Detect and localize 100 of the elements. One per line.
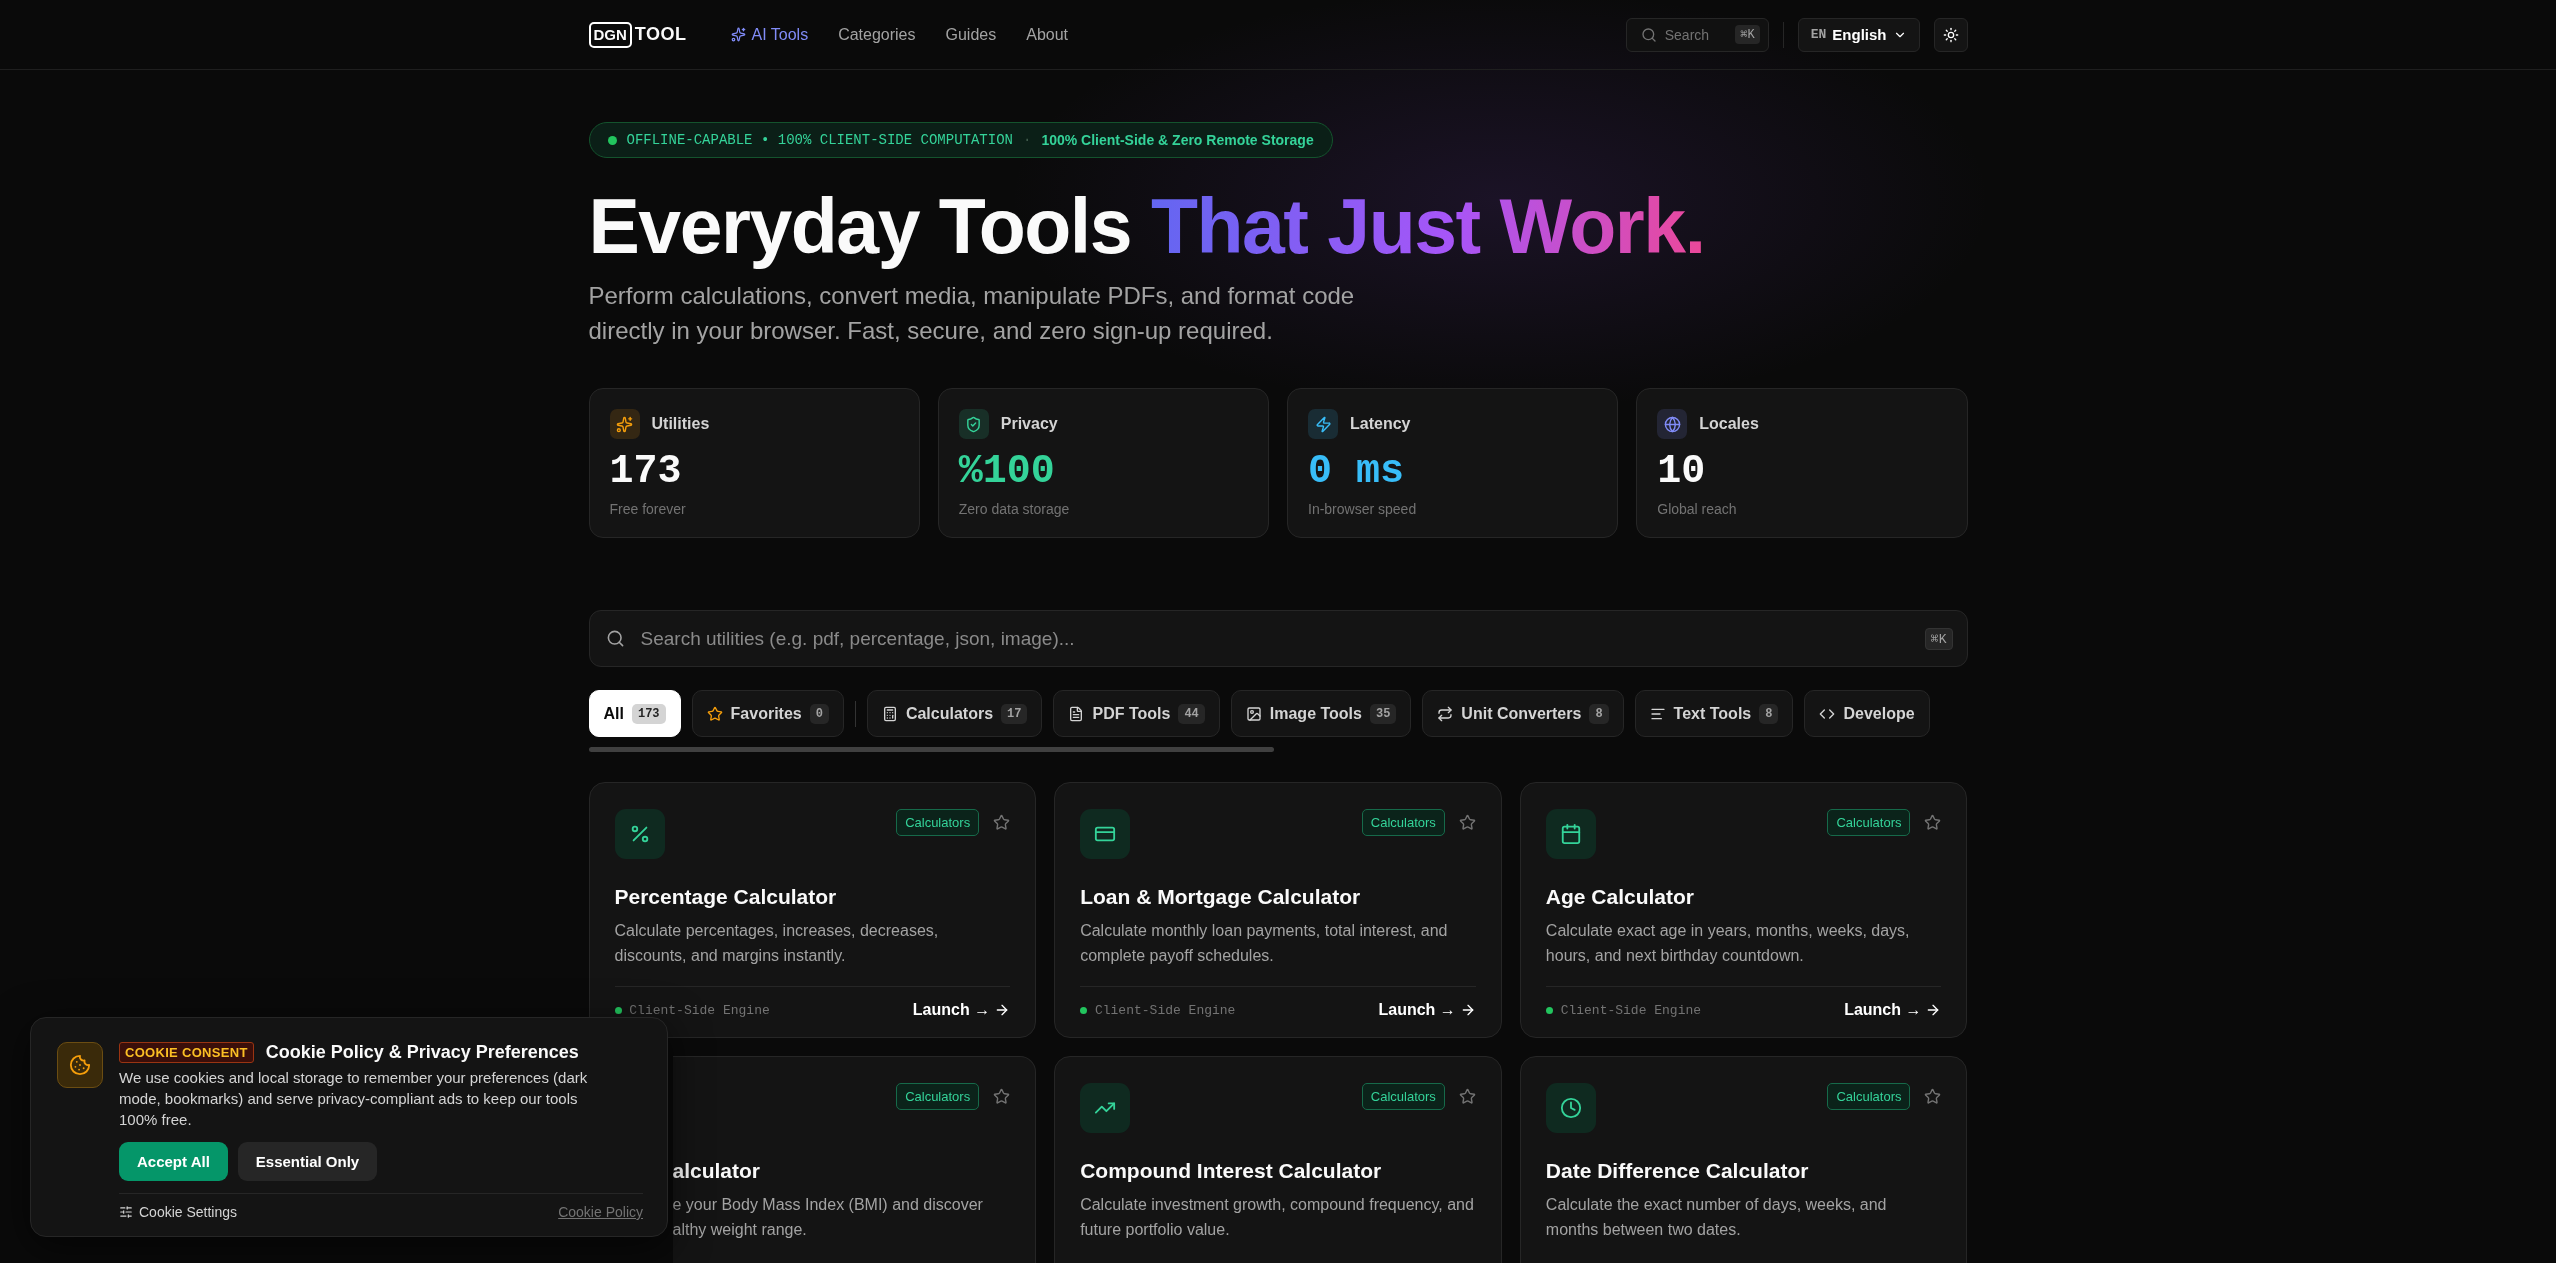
count-badge: 44	[1178, 703, 1205, 724]
credit-card-icon	[1080, 809, 1131, 859]
category-tag: Calculators	[1361, 809, 1445, 836]
engine-label: Client-Side Engine	[1093, 1002, 1236, 1018]
stat-caption: Zero data storage	[958, 501, 1071, 517]
count-badge: 35	[1369, 703, 1397, 724]
hero-subtitle: Perform calculations, convert media, manipulate PDFs, and format code directly in your browser. Fast, secure, and zero sign-up required.	[588, 281, 1356, 346]
image-icon	[1245, 705, 1262, 722]
tool-title: Date Difference Calculator	[1545, 1159, 1809, 1183]
cookie-settings-link[interactable]: Cookie Settings	[119, 1204, 238, 1220]
tool-description: Calculate percentages, increases, decreases, discounts, and margins instantly.	[614, 921, 940, 966]
sparkles-icon	[730, 27, 746, 42]
count-badge: 8	[1589, 703, 1609, 724]
count-badge: 17	[1001, 703, 1028, 724]
tool-title: alculator	[672, 1159, 761, 1183]
category-tab[interactable]: Calculators 17	[866, 690, 1043, 737]
tool-description: Calculate monthly loan payments, total interest, and complete payoff schedules.	[1080, 921, 1449, 966]
category-tab[interactable]: Favorites 0	[691, 690, 844, 737]
tool-description: Calculate exact age in years, months, weeks, days, hours, and next birthday countdown.	[1545, 921, 1911, 966]
cookie-text: We use cookies and local storage to remember your preferences (dark mode, bookmarks) and serve privacy-compliant ads to keep our tools 100% free.	[119, 1068, 589, 1130]
count-badge: 173	[631, 703, 666, 724]
tool-card[interactable]: Calculators Compound Interest Calculator Calculate investment growth, compound frequency, and future portfolio value.	[1054, 1056, 1502, 1263]
star-icon	[706, 705, 723, 722]
cookie-policy-link[interactable]: Cookie Policy	[558, 1204, 643, 1220]
essential-button[interactable]: Essential Only	[237, 1142, 378, 1181]
category-tag: Calculators	[896, 1083, 980, 1110]
tool-description: Calculate investment growth, compound frequency, and future portfolio value.	[1080, 1195, 1475, 1240]
category-tab[interactable]: Text Tools 8	[1634, 690, 1794, 737]
status-dot-icon	[607, 135, 617, 145]
language-button[interactable]: EN English	[1797, 17, 1920, 52]
launch-link[interactable]: Launch →	[1378, 1001, 1476, 1019]
tool-card[interactable]: Calculators Loan & Mortgage Calculator Calculate monthly loan payments, total interest, and complete payoff schedules. Client-Side Engine Launch →	[1054, 782, 1502, 1038]
search-icon	[1640, 26, 1657, 43]
nav-link[interactable]: AI Tools	[730, 25, 809, 44]
badge-text: OFFLINE-CAPABLE • 100% CLIENT-SIDE COMPUTATION	[626, 132, 1013, 148]
stat-value: %100	[958, 449, 1056, 495]
shortcut-key: ⌘K	[1924, 627, 1953, 650]
theme-toggle-button[interactable]	[1933, 17, 1968, 52]
search-input[interactable]: Search utilities (e.g. pdf, percentage, json, image)...	[638, 626, 1911, 651]
sun-icon	[1942, 26, 1959, 43]
category-tag: Calculators	[1827, 1083, 1911, 1110]
stat-caption: Global reach	[1657, 501, 1738, 517]
category-tag: Calculators	[1827, 809, 1911, 836]
logo-mark[interactable]: DGN	[588, 21, 632, 48]
category-tab[interactable]: Unit Converters 8	[1422, 690, 1624, 737]
trend-up-icon	[1080, 1083, 1131, 1133]
tool-title: Loan & Mortgage Calculator	[1080, 885, 1361, 909]
nav-link[interactable]: Categories	[838, 25, 916, 44]
star-icon[interactable]	[1924, 814, 1942, 831]
category-tab[interactable]: Develope	[1804, 690, 1930, 737]
star-icon[interactable]	[993, 1088, 1011, 1105]
document-icon	[1068, 705, 1085, 722]
category-tag: Calculators	[1361, 1083, 1445, 1110]
category-tag: Calculators	[896, 809, 980, 836]
category-tab[interactable]: All 173	[588, 690, 681, 737]
count-badge: 8	[1759, 703, 1779, 724]
calculator-icon	[881, 705, 898, 722]
stat-caption: In-browser speed	[1308, 501, 1418, 517]
star-icon[interactable]	[993, 814, 1011, 831]
star-icon[interactable]	[1458, 814, 1476, 831]
calendar-icon	[1545, 809, 1596, 859]
stat-value: 173	[609, 449, 683, 495]
status-dot-icon	[614, 1006, 622, 1014]
consent-badge: COOKIE CONSENT	[119, 1042, 254, 1063]
category-tab[interactable]: PDF Tools 44	[1053, 690, 1220, 737]
tool-title: Percentage Calculator	[614, 885, 837, 909]
tool-card[interactable]: Calculators Date Difference Calculator Calculate the exact number of days, weeks, and months between two dates.	[1519, 1056, 1968, 1263]
star-icon[interactable]	[1924, 1088, 1942, 1105]
star-icon[interactable]	[1458, 1088, 1476, 1105]
search-field[interactable]: Search utilities (e.g. pdf, percentage, json, image)... ⌘K	[588, 610, 1968, 667]
separator-text: ·	[1022, 132, 1032, 148]
tool-card[interactable]: Calculators Age Calculator Calculate exact age in years, months, weeks, days, hours, and next birthday countdown. Client-Side Engine Launch →	[1519, 782, 1968, 1038]
cookie-icon	[57, 1042, 103, 1088]
nav-link[interactable]: About	[1026, 25, 1069, 44]
logo-text[interactable]: TOOL	[634, 24, 687, 45]
tool-description: e your Body Mass Index (BMI) and discover althy weight range.	[672, 1195, 983, 1240]
status-dot-icon	[1080, 1006, 1088, 1014]
tool-card[interactable]: Calculators Percentage Calculator Calculate percentages, increases, decreases, discounts, and margins instantly. Client-Side Engine Launch →	[588, 782, 1037, 1038]
tool-description: Calculate the exact number of days, weeks, and months between two dates.	[1545, 1195, 1888, 1240]
badge-text: 100% Client-Side & Zero Remote Storage	[1041, 132, 1314, 148]
search-icon	[605, 629, 625, 648]
stat-label: Latency	[1350, 415, 1411, 433]
clock-icon	[1545, 1083, 1596, 1133]
launch-link[interactable]: Launch →	[1844, 1001, 1942, 1019]
shortcut-key: ⌘K	[1735, 25, 1760, 44]
swap-arrows-icon	[1437, 705, 1454, 722]
status-dot-icon	[1545, 1006, 1553, 1014]
cookie-title: Cookie Policy & Privacy Preferences	[265, 1042, 579, 1063]
category-tab[interactable]: Image Tools 35	[1230, 690, 1412, 737]
launch-link[interactable]: Launch →	[912, 1001, 1011, 1019]
accept-button[interactable]: Accept All	[119, 1142, 228, 1181]
stat-label: Privacy	[1000, 415, 1058, 433]
engine-label: Client-Side Engine	[1559, 1002, 1702, 1018]
engine-label: Client-Side Engine	[628, 1002, 770, 1018]
search-placeholder: Search	[1664, 26, 1710, 43]
hero-title: Everyday Tools That Just Work.	[588, 182, 1706, 271]
tool-card[interactable]: Calculators alculator e your Body Mass Index (BMI) and discover althy weight range.	[672, 1056, 1037, 1263]
count-badge: 0	[809, 703, 829, 724]
search-field[interactable]: Search ⌘K	[1625, 17, 1769, 52]
nav-link[interactable]: Guides	[945, 25, 997, 44]
